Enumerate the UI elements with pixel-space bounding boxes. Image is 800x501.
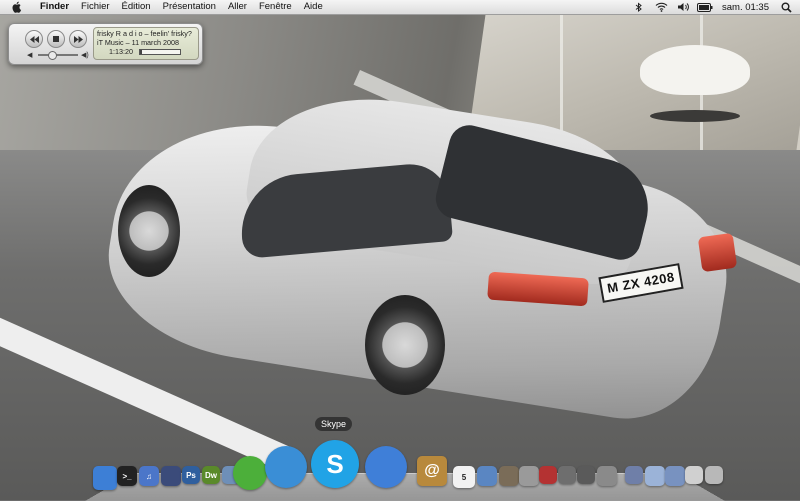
skype-label: S xyxy=(326,448,344,479)
track-title: frisky R a d i o – feelin' frisky? xyxy=(97,29,192,38)
track-progress-fill xyxy=(139,49,142,54)
disk-utility-icon[interactable] xyxy=(519,466,539,486)
menu-fichier[interactable]: Fichier xyxy=(75,0,116,14)
ichat-icon[interactable] xyxy=(365,446,407,488)
menu-edition[interactable]: Édition xyxy=(116,0,157,14)
dock: >_ ♫ Ps Dw S @5 xyxy=(85,430,725,500)
next-button[interactable] xyxy=(69,30,87,48)
car-front-wheel xyxy=(118,185,180,277)
activity-monitor-icon[interactable] xyxy=(577,466,595,484)
ical-label: 5 xyxy=(461,472,467,482)
stack-icon[interactable] xyxy=(685,466,703,484)
address-book-label: @ xyxy=(424,462,440,479)
battery-icon[interactable] xyxy=(697,0,713,14)
menu-extras: sam. 01:35 xyxy=(628,0,800,14)
safari-icon[interactable] xyxy=(265,446,307,488)
volume-low-icon: ◀ xyxy=(27,52,33,59)
terminal-label: >_ xyxy=(122,471,132,481)
wifi-icon[interactable] xyxy=(653,0,669,14)
car-image: M ZX 4208 xyxy=(95,80,740,432)
photo-icon[interactable] xyxy=(499,466,519,486)
volume-high-icon: ◀) xyxy=(81,52,89,59)
volume-slider-knob[interactable] xyxy=(48,51,57,60)
dashboard-icon[interactable] xyxy=(161,466,181,486)
terminal-icon[interactable]: >_ xyxy=(117,466,137,486)
skype-icon[interactable]: S xyxy=(311,440,359,488)
bluetooth-icon[interactable] xyxy=(631,0,647,14)
itunes-label: ♫ xyxy=(146,471,152,481)
red-app-icon[interactable] xyxy=(539,466,557,484)
mail-icon[interactable] xyxy=(477,466,497,486)
stop-button[interactable] xyxy=(47,30,65,48)
dreamweaver-icon[interactable]: Dw xyxy=(202,466,220,484)
menu-finder[interactable]: Finder xyxy=(34,0,75,14)
menu-aller[interactable]: Aller xyxy=(222,0,253,14)
apple-menu-icon[interactable] xyxy=(10,0,24,14)
car-rear-wheel xyxy=(365,295,445,395)
itunes-icon[interactable]: ♫ xyxy=(139,466,159,486)
desktop-wallpaper: M ZX 4208 xyxy=(0,0,800,500)
documents-folder-icon[interactable] xyxy=(645,466,665,486)
system-preferences-icon[interactable] xyxy=(597,466,617,486)
menu-fenetre[interactable]: Fenêtre xyxy=(253,0,298,14)
address-book-icon[interactable]: @ xyxy=(417,456,447,486)
downloads-folder-icon[interactable] xyxy=(665,466,685,486)
next-icon xyxy=(73,35,83,43)
photoshop-label: Ps xyxy=(186,470,196,480)
stop-icon xyxy=(53,36,59,42)
finder-icon[interactable] xyxy=(93,466,117,490)
trash-icon[interactable] xyxy=(705,466,723,484)
spotlight-icon[interactable] xyxy=(778,0,794,14)
background-chair xyxy=(640,45,750,95)
dock-tooltip: Skype xyxy=(315,417,353,431)
menu-presentation[interactable]: Présentation xyxy=(157,0,222,14)
dreamweaver-label: Dw xyxy=(205,470,217,480)
ical-icon[interactable]: 5 xyxy=(453,466,475,488)
track-source: iT Music – 11 march 2008 xyxy=(97,38,180,47)
track-progress-bar[interactable] xyxy=(138,48,181,55)
adium-icon[interactable] xyxy=(233,456,267,490)
volume-slider[interactable] xyxy=(38,54,78,56)
volume-icon[interactable] xyxy=(675,0,691,14)
compass-icon[interactable] xyxy=(558,466,576,484)
track-display: frisky R a d i o – feelin' frisky? iT Mu… xyxy=(93,27,199,60)
time-row: 1:13:20 xyxy=(97,47,195,56)
music-player-widget: ◀ ◀) frisky R a d i o – feelin' frisky? … xyxy=(8,23,203,65)
car-taillight-right xyxy=(697,232,738,273)
menu-clock[interactable]: sam. 01:35 xyxy=(716,2,775,13)
menu-bar: Finder Fichier Édition Présentation Alle… xyxy=(0,0,800,15)
applications-folder-icon[interactable] xyxy=(625,466,643,484)
elapsed-time: 1:13:20 xyxy=(109,47,133,56)
previous-button[interactable] xyxy=(25,30,43,48)
previous-icon xyxy=(29,35,39,43)
menu-aide[interactable]: Aide xyxy=(298,0,329,14)
photoshop-icon[interactable]: Ps xyxy=(182,466,200,484)
